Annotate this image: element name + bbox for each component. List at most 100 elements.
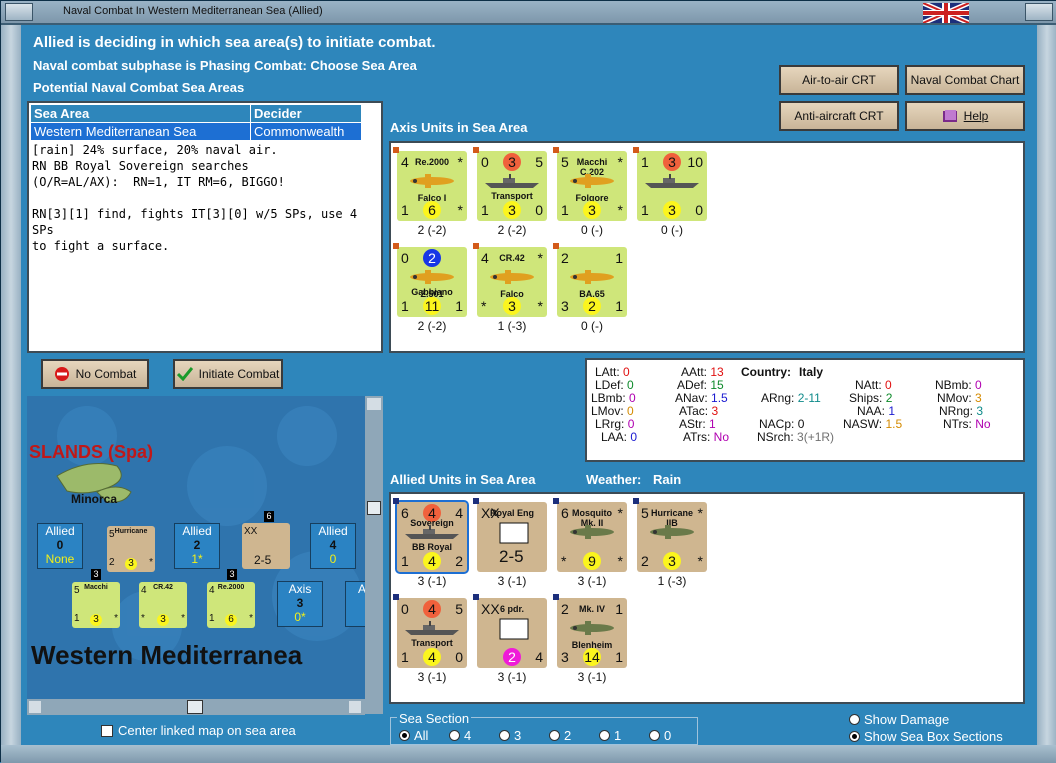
radio-icon[interactable] [649,730,660,741]
system-menu-button[interactable] [5,3,33,21]
stat-lbmb: 0 [629,391,636,405]
initiate-combat-button[interactable]: Initiate Combat [173,359,283,389]
division-symbol-icon [499,522,529,544]
axis-unit-counter[interactable]: 1 10 3 1 0 3 [633,147,707,221]
stat-nmov: 3 [975,391,982,405]
checkmark-icon [176,367,193,381]
unit-caption: 3 (-1) [577,574,607,588]
sea-section-option-all[interactable]: All [399,728,428,743]
sea-box-axis-partial[interactable]: As [345,581,365,627]
counter-name: Hurricane [114,528,148,535]
axis-unit-counter[interactable]: 0 5 3 Transport 1 0 3 [473,147,547,221]
axis-unit-counter[interactable]: 5 * Macchi C.202 Folgore 1 * 3 [553,147,627,221]
counter-bottom-value: 3 [125,558,137,570]
stat-aatt: 13 [710,365,724,379]
map-unit-counter[interactable]: 5 Macchi 1 * 3 [72,582,120,628]
unit-bottom-right: 4 [535,649,543,665]
sea-section-option-0[interactable]: 0 [649,728,671,743]
window-title: Naval Combat In Western Mediterranean Se… [63,5,323,17]
sea-section-option-3[interactable]: 3 [499,728,521,743]
center-map-label: Center linked map on sea area [118,723,296,738]
unit-top-circle: 3 [663,153,681,171]
radio-icon[interactable] [599,730,610,741]
sea-box-allied-4[interactable]: Allied 4 0 [310,523,356,569]
unit-bottom-right: 1 [455,298,463,314]
air-to-air-crt-button[interactable]: Air-to-air CRT [779,65,899,95]
horizontal-scroll-thumb[interactable] [187,700,203,714]
scroll-left-arrow-icon[interactable] [29,701,41,713]
counter-bottom-left: 2 [109,557,115,568]
scroll-up-arrow-icon[interactable] [367,398,381,410]
map-unit-counter[interactable]: 4 CR.42 * * 3 [139,582,187,628]
radio-icon[interactable] [499,730,510,741]
allied-unit-counter[interactable]: 2 1 Mk. IV Blenheim 3 1 14 [553,594,627,668]
unit-bottom-value: 3 [663,552,681,570]
sea-box-axis-3[interactable]: Axis 3 0* [277,581,323,627]
map-vertical-scrollbar[interactable] [365,396,383,714]
sea-area-cell[interactable]: Western Mediterranean Sea [30,122,251,141]
allied-unit-counter[interactable]: 6 * Mosquito Mk. II * * 9 [553,498,627,572]
aircraft-icon [410,174,454,188]
combat-log-panel: Sea Area Decider Western Mediterranean S… [27,101,383,353]
map-horizontal-scrollbar[interactable] [27,699,365,715]
table-row[interactable]: Western Mediterranean Sea Commonwealth [30,122,362,141]
axis-unit-counter[interactable]: 4 * CR.42 Falco * * 3 [473,243,547,317]
map-unit-counter[interactable]: 5 Hurricane 2 * 3 [107,526,155,572]
scroll-right-arrow-icon[interactable] [349,701,361,713]
axis-unit-counter[interactable]: 2 1 BA.65 3 1 2 [553,243,627,317]
allied-unit-counter[interactable]: 6 4 4 BB Royal Sovereign 1 2 4 [393,498,469,574]
stat-ntrs: No [975,417,991,431]
no-entry-icon [54,367,69,381]
anti-aircraft-crt-button[interactable]: Anti-aircraft CRT [779,101,899,131]
sea-areas-heading: Potential Naval Combat Sea Areas [33,80,245,95]
unit-name: Transport [491,191,533,201]
decider-cell[interactable]: Commonwealth [250,122,362,141]
column-header-sea-area: Sea Area [30,104,251,123]
sea-section-option-2[interactable]: 2 [549,728,571,743]
unit-caption: 2 (-2) [417,223,447,237]
allied-unit-counter[interactable]: 0 5 4 Transport 1 0 4 [393,594,467,668]
sea-box-allied-2[interactable]: Allied 2 1* [174,523,220,569]
no-combat-label: No Combat [75,367,137,381]
unit-name: Re.2000 [414,157,450,167]
naval-combat-chart-button[interactable]: Naval Combat Chart [905,65,1025,95]
allied-unit-counter[interactable]: XX 6 pdr. 4 2 [473,594,547,668]
option-label: 4 [464,728,472,743]
show-damage-option[interactable]: Show Damage [849,712,949,727]
unit-bottom-left: 3 [561,298,569,314]
checkbox-icon[interactable] [101,725,113,737]
radio-selected-icon[interactable] [399,730,410,741]
radio-selected-icon[interactable] [849,731,860,742]
axis-unit-counter[interactable]: 0 2 Gabbiano Z.501 1 1 11 [393,243,467,317]
allied-unit-counter[interactable]: 5 * Hurricane IIB 2 * 3 [633,498,707,572]
sea-box-side: Allied [182,524,212,538]
allied-unit-counter[interactable]: XX Royal Eng 2-5 [473,498,547,572]
sea-section-option-4[interactable]: 4 [449,728,471,743]
radio-icon[interactable] [449,730,460,741]
no-combat-button[interactable]: No Combat [41,359,149,389]
sea-box-value: 2 [193,538,201,552]
radio-icon[interactable] [849,714,860,725]
combat-log-text: [rain] 24% surface, 20% naval air. RN BB… [32,143,358,253]
counter-bottom-left: 1 [209,613,215,624]
show-sea-box-option[interactable]: Show Sea Box Sections [849,729,1003,744]
axis-unit-counter[interactable]: 4 * Re.2000 Falco I 1 * 6 [393,147,467,221]
sea-area-map[interactable]: SLANDS (Spa) Minorca Allied 0 None Allie… [27,396,365,699]
center-map-checkbox[interactable]: Center linked map on sea area [101,723,296,738]
stat-ships: 2 [885,391,893,405]
vertical-scroll-thumb[interactable] [367,501,381,515]
maximize-button[interactable] [1025,3,1053,21]
sea-section-option-1[interactable]: 1 [599,728,621,743]
unit-bottom-right: 0 [535,202,543,218]
radio-icon[interactable] [549,730,560,741]
option-label: 2 [564,728,572,743]
map-unit-counter[interactable]: 4 Re.2000 1 * 6 [207,582,255,628]
sea-box-allied-0[interactable]: Allied 0 None [37,523,83,569]
counter-bottom-right: * [149,557,153,568]
sea-box-value: 0 [56,538,64,552]
italy-flag-icon [553,243,559,249]
unit-caption: 3 (-1) [417,670,447,684]
sea-box-note: 1* [191,552,203,566]
help-button[interactable]: Help [905,101,1025,131]
map-unit-counter[interactable]: XX 2-5 [242,523,290,569]
